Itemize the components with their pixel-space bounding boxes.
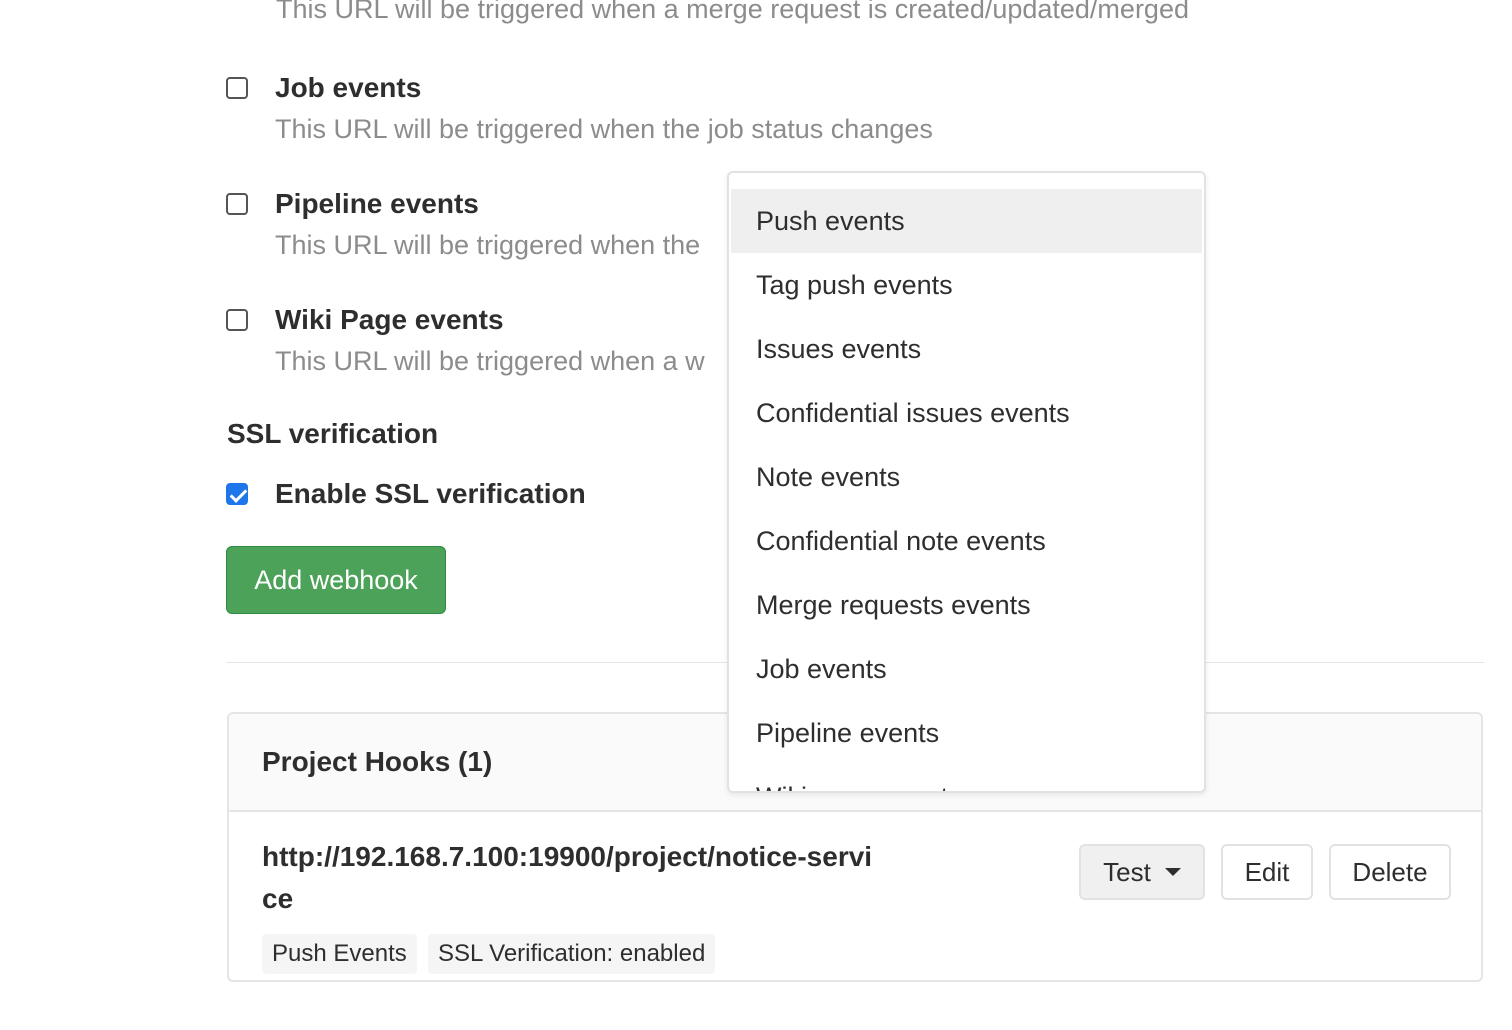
job-events-description: This URL will be triggered when the job … [275, 114, 933, 144]
dropdown-item-issues-events[interactable]: Issues events [731, 317, 1202, 381]
wiki-page-events-label: Wiki Page events [275, 304, 504, 335]
test-events-dropdown: Push events Tag push events Issues event… [727, 171, 1206, 793]
webhooks-settings-page: This URL will be triggered when a merge … [0, 0, 1512, 1030]
pipeline-events-checkbox[interactable] [226, 193, 248, 215]
pipeline-events-label: Pipeline events [275, 188, 479, 219]
dropdown-item-tag-push-events[interactable]: Tag push events [731, 253, 1202, 317]
ssl-verification-heading: SSL verification [227, 418, 439, 449]
wiki-page-events-checkbox[interactable] [226, 309, 248, 331]
job-events-checkbox[interactable] [226, 77, 248, 99]
test-button-label: Test [1103, 856, 1151, 887]
caret-down-icon [1164, 867, 1181, 876]
push-events-badge: Push Events [262, 934, 417, 974]
dropdown-item-push-events[interactable]: Push events [731, 189, 1202, 253]
dropdown-item-pipeline-events[interactable]: Pipeline events [731, 701, 1202, 765]
dropdown-item-confidential-issues-events[interactable]: Confidential issues events [731, 381, 1202, 445]
enable-ssl-label: Enable SSL verification [275, 478, 586, 509]
job-events-label: Job events [275, 72, 422, 103]
delete-button[interactable]: Delete [1329, 844, 1451, 900]
dropdown-item-note-events[interactable]: Note events [731, 445, 1202, 509]
test-dropdown-button[interactable]: Test [1079, 844, 1205, 900]
project-hooks-title: Project Hooks (1) [262, 746, 493, 777]
merge-request-events-description: This URL will be triggered when a merge … [276, 0, 1189, 24]
hook-url: http://192.168.7.100:19900/project/notic… [262, 841, 873, 914]
pipeline-events-description: This URL will be triggered when the [275, 230, 701, 260]
add-webhook-button[interactable]: Add webhook [226, 546, 446, 614]
enable-ssl-checkbox[interactable] [226, 483, 248, 505]
ssl-verification-badge: SSL Verification: enabled [428, 934, 716, 974]
dropdown-item-job-events[interactable]: Job events [731, 637, 1202, 701]
dropdown-item-wiki-page-events[interactable]: Wiki page events [731, 765, 1202, 791]
dropdown-item-merge-requests-events[interactable]: Merge requests events [731, 573, 1202, 637]
wiki-page-events-description: This URL will be triggered when a w [275, 346, 705, 376]
edit-button[interactable]: Edit [1221, 844, 1313, 900]
dropdown-item-confidential-note-events[interactable]: Confidential note events [731, 509, 1202, 573]
